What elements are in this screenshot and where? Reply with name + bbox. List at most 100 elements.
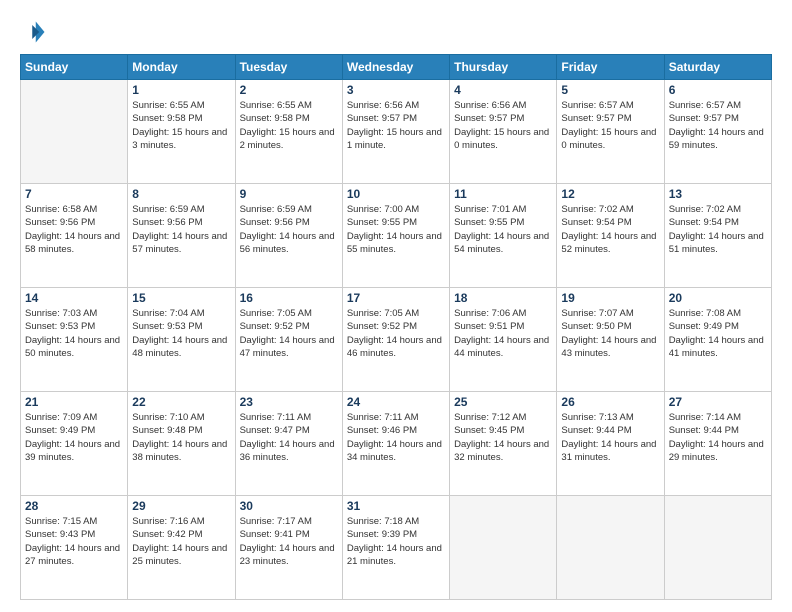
calendar-cell: 29 Sunrise: 7:16 AMSunset: 9:42 PMDayligh…	[128, 496, 235, 600]
day-number: 29	[132, 499, 230, 513]
calendar-cell: 16 Sunrise: 7:05 AMSunset: 9:52 PMDayligh…	[235, 288, 342, 392]
calendar-cell: 23 Sunrise: 7:11 AMSunset: 9:47 PMDayligh…	[235, 392, 342, 496]
day-info: Sunrise: 7:11 AMSunset: 9:47 PMDaylight:…	[240, 411, 338, 464]
day-info: Sunrise: 7:11 AMSunset: 9:46 PMDaylight:…	[347, 411, 445, 464]
day-number: 1	[132, 83, 230, 97]
day-info: Sunrise: 7:07 AMSunset: 9:50 PMDaylight:…	[561, 307, 659, 360]
day-info: Sunrise: 7:16 AMSunset: 9:42 PMDaylight:…	[132, 515, 230, 568]
calendar-cell: 5Sunrise: 6:57 AMSunset: 9:57 PMDaylight…	[557, 80, 664, 184]
calendar-cell: 9 Sunrise: 6:59 AMSunset: 9:56 PMDaylight…	[235, 184, 342, 288]
day-info: Sunrise: 6:55 AMSunset: 9:58 PMDaylight:…	[240, 99, 338, 152]
day-number: 18	[454, 291, 552, 305]
calendar-cell	[21, 80, 128, 184]
day-number: 3	[347, 83, 445, 97]
day-number: 21	[25, 395, 123, 409]
calendar-header-wednesday: Wednesday	[342, 55, 449, 80]
calendar-cell: 17 Sunrise: 7:05 AMSunset: 9:52 PMDayligh…	[342, 288, 449, 392]
calendar-cell: 22Sunrise: 7:10 AMSunset: 9:48 PMDayligh…	[128, 392, 235, 496]
day-number: 7	[25, 187, 123, 201]
calendar-cell: 12 Sunrise: 7:02 AMSunset: 9:54 PMDayligh…	[557, 184, 664, 288]
day-info: Sunrise: 7:08 AMSunset: 9:49 PMDaylight:…	[669, 307, 767, 360]
day-number: 5	[561, 83, 659, 97]
day-info: Sunrise: 7:12 AMSunset: 9:45 PMDaylight:…	[454, 411, 552, 464]
day-number: 23	[240, 395, 338, 409]
day-number: 16	[240, 291, 338, 305]
day-number: 22	[132, 395, 230, 409]
calendar-cell: 20Sunrise: 7:08 AMSunset: 9:49 PMDayligh…	[664, 288, 771, 392]
calendar-cell	[557, 496, 664, 600]
calendar-cell: 6 Sunrise: 6:57 AMSunset: 9:57 PMDaylight…	[664, 80, 771, 184]
day-number: 19	[561, 291, 659, 305]
day-number: 4	[454, 83, 552, 97]
calendar-header-sunday: Sunday	[21, 55, 128, 80]
day-number: 26	[561, 395, 659, 409]
calendar-cell: 8Sunrise: 6:59 AMSunset: 9:56 PMDaylight…	[128, 184, 235, 288]
day-number: 25	[454, 395, 552, 409]
day-info: Sunrise: 7:00 AMSunset: 9:55 PMDaylight:…	[347, 203, 445, 256]
day-info: Sunrise: 7:18 AMSunset: 9:39 PMDaylight:…	[347, 515, 445, 568]
day-info: Sunrise: 7:14 AMSunset: 9:44 PMDaylight:…	[669, 411, 767, 464]
day-number: 11	[454, 187, 552, 201]
calendar-cell	[450, 496, 557, 600]
day-number: 9	[240, 187, 338, 201]
calendar-week-2: 7 Sunrise: 6:58 AMSunset: 9:56 PMDaylight…	[21, 184, 772, 288]
calendar-cell: 28Sunrise: 7:15 AMSunset: 9:43 PMDayligh…	[21, 496, 128, 600]
calendar-cell: 10 Sunrise: 7:00 AMSunset: 9:55 PMDayligh…	[342, 184, 449, 288]
day-number: 14	[25, 291, 123, 305]
calendar-cell: 18 Sunrise: 7:06 AMSunset: 9:51 PMDayligh…	[450, 288, 557, 392]
day-number: 6	[669, 83, 767, 97]
calendar-cell: 31 Sunrise: 7:18 AMSunset: 9:39 PMDayligh…	[342, 496, 449, 600]
day-info: Sunrise: 7:13 AMSunset: 9:44 PMDaylight:…	[561, 411, 659, 464]
day-info: Sunrise: 7:06 AMSunset: 9:51 PMDaylight:…	[454, 307, 552, 360]
day-info: Sunrise: 6:58 AMSunset: 9:56 PMDaylight:…	[25, 203, 123, 256]
calendar-week-1: 1 Sunrise: 6:55 AMSunset: 9:58 PMDaylight…	[21, 80, 772, 184]
day-info: Sunrise: 7:05 AMSunset: 9:52 PMDaylight:…	[240, 307, 338, 360]
calendar-cell: 27 Sunrise: 7:14 AMSunset: 9:44 PMDayligh…	[664, 392, 771, 496]
day-info: Sunrise: 7:01 AMSunset: 9:55 PMDaylight:…	[454, 203, 552, 256]
day-info: Sunrise: 7:02 AMSunset: 9:54 PMDaylight:…	[561, 203, 659, 256]
day-number: 13	[669, 187, 767, 201]
day-info: Sunrise: 7:02 AMSunset: 9:54 PMDaylight:…	[669, 203, 767, 256]
day-info: Sunrise: 6:57 AMSunset: 9:57 PMDaylight:…	[669, 99, 767, 152]
day-info: Sunrise: 6:59 AMSunset: 9:56 PMDaylight:…	[132, 203, 230, 256]
day-info: Sunrise: 6:59 AMSunset: 9:56 PMDaylight:…	[240, 203, 338, 256]
day-number: 12	[561, 187, 659, 201]
logo-icon	[20, 18, 48, 46]
calendar-header-tuesday: Tuesday	[235, 55, 342, 80]
day-info: Sunrise: 7:05 AMSunset: 9:52 PMDaylight:…	[347, 307, 445, 360]
day-info: Sunrise: 6:56 AMSunset: 9:57 PMDaylight:…	[454, 99, 552, 152]
calendar-cell: 15Sunrise: 7:04 AMSunset: 9:53 PMDayligh…	[128, 288, 235, 392]
calendar-cell: 25 Sunrise: 7:12 AMSunset: 9:45 PMDayligh…	[450, 392, 557, 496]
calendar-cell: 24 Sunrise: 7:11 AMSunset: 9:46 PMDayligh…	[342, 392, 449, 496]
day-info: Sunrise: 7:03 AMSunset: 9:53 PMDaylight:…	[25, 307, 123, 360]
calendar-week-3: 14 Sunrise: 7:03 AMSunset: 9:53 PMDayligh…	[21, 288, 772, 392]
calendar-header-thursday: Thursday	[450, 55, 557, 80]
calendar-cell: 1 Sunrise: 6:55 AMSunset: 9:58 PMDaylight…	[128, 80, 235, 184]
day-number: 17	[347, 291, 445, 305]
calendar-cell: 19 Sunrise: 7:07 AMSunset: 9:50 PMDayligh…	[557, 288, 664, 392]
day-number: 24	[347, 395, 445, 409]
calendar-week-4: 21 Sunrise: 7:09 AMSunset: 9:49 PMDayligh…	[21, 392, 772, 496]
calendar-table: SundayMondayTuesdayWednesdayThursdayFrid…	[20, 54, 772, 600]
day-info: Sunrise: 6:55 AMSunset: 9:58 PMDaylight:…	[132, 99, 230, 152]
calendar-header-friday: Friday	[557, 55, 664, 80]
calendar-cell: 14 Sunrise: 7:03 AMSunset: 9:53 PMDayligh…	[21, 288, 128, 392]
calendar-week-5: 28Sunrise: 7:15 AMSunset: 9:43 PMDayligh…	[21, 496, 772, 600]
calendar-cell: 3 Sunrise: 6:56 AMSunset: 9:57 PMDaylight…	[342, 80, 449, 184]
calendar-cell: 26 Sunrise: 7:13 AMSunset: 9:44 PMDayligh…	[557, 392, 664, 496]
day-number: 27	[669, 395, 767, 409]
calendar-cell: 21 Sunrise: 7:09 AMSunset: 9:49 PMDayligh…	[21, 392, 128, 496]
day-info: Sunrise: 6:56 AMSunset: 9:57 PMDaylight:…	[347, 99, 445, 152]
calendar-cell: 13 Sunrise: 7:02 AMSunset: 9:54 PMDayligh…	[664, 184, 771, 288]
day-number: 15	[132, 291, 230, 305]
calendar-cell: 11 Sunrise: 7:01 AMSunset: 9:55 PMDayligh…	[450, 184, 557, 288]
day-number: 10	[347, 187, 445, 201]
page: SundayMondayTuesdayWednesdayThursdayFrid…	[0, 0, 792, 612]
calendar-header-saturday: Saturday	[664, 55, 771, 80]
header	[20, 18, 772, 46]
day-info: Sunrise: 7:17 AMSunset: 9:41 PMDaylight:…	[240, 515, 338, 568]
calendar-cell	[664, 496, 771, 600]
day-info: Sunrise: 7:09 AMSunset: 9:49 PMDaylight:…	[25, 411, 123, 464]
day-number: 31	[347, 499, 445, 513]
day-number: 30	[240, 499, 338, 513]
